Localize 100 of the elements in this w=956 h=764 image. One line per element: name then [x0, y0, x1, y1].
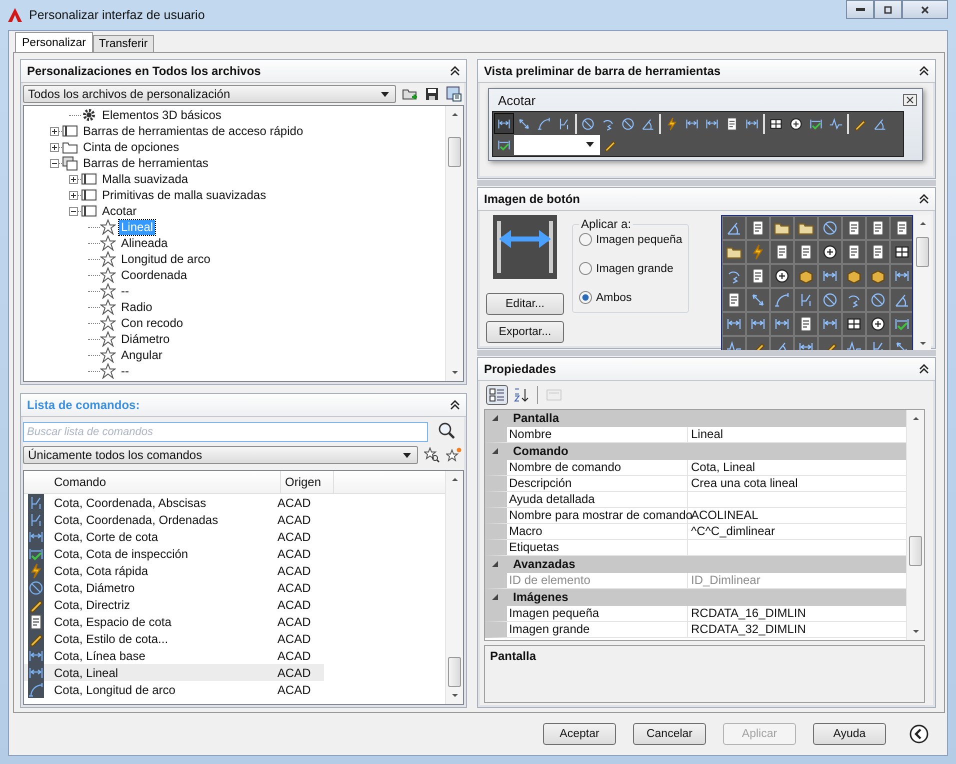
palette-cell[interactable]: [770, 312, 794, 336]
tree-item[interactable]: --: [119, 284, 131, 298]
command-row[interactable]: Cota, Coordenada, Ordenadas ACAD: [24, 511, 324, 528]
palette-cell[interactable]: [890, 240, 912, 264]
expand-toggle[interactable]: [69, 190, 78, 200]
command-row[interactable]: Cota, Espacio de cota ACAD: [24, 613, 324, 630]
palette-cell[interactable]: [722, 216, 746, 240]
palette-cell[interactable]: [794, 264, 818, 288]
command-row[interactable]: Cota, Lineal ACAD: [24, 664, 324, 681]
expand-toggle[interactable]: [69, 206, 78, 216]
tree-item[interactable]: Con recodo: [119, 316, 186, 330]
scroll-up-icon[interactable]: [450, 476, 458, 482]
palette-cell[interactable]: [866, 264, 890, 288]
palette-cell[interactable]: [842, 216, 866, 240]
radio-button[interactable]: [579, 291, 592, 304]
palette-cell[interactable]: [890, 264, 912, 288]
radio-option[interactable]: Ambos: [579, 291, 682, 304]
palette-cell[interactable]: [770, 216, 794, 240]
tree-item[interactable]: Primitivas de malla suavizadas: [100, 188, 268, 202]
palette-cell[interactable]: [770, 288, 794, 312]
command-row[interactable]: Cota, Estilo de cota... ACAD: [24, 630, 324, 647]
close-button[interactable]: [902, 0, 948, 19]
column-header[interactable]: Comando: [52, 471, 281, 493]
radio-button[interactable]: [579, 233, 592, 246]
expand-toggle[interactable]: [491, 593, 499, 601]
tree-item[interactable]: Diámetro: [119, 332, 172, 346]
command-row[interactable]: Cota, Coordenada, Abscisas ACAD: [24, 494, 324, 511]
palette-cell[interactable]: [818, 288, 842, 312]
radio-button[interactable]: [579, 262, 592, 275]
palette-cell[interactable]: [794, 216, 818, 240]
tree-item[interactable]: Alineada: [119, 236, 170, 250]
scroll-down-icon[interactable]: [450, 693, 458, 699]
collapse-chevron-icon[interactable]: [909, 724, 929, 744]
command-row[interactable]: Cota, Longitud de arco ACAD: [24, 681, 324, 698]
palette-cell[interactable]: [890, 216, 912, 240]
tree-item[interactable]: Angular: [119, 348, 164, 362]
scroll-up-icon[interactable]: [918, 220, 926, 226]
scrollbar[interactable]: [445, 106, 463, 381]
dialog-button[interactable]: Ayuda: [813, 723, 886, 745]
collapse-icon[interactable]: [919, 364, 929, 374]
style-dropdown[interactable]: [514, 134, 600, 154]
palette-cell[interactable]: [770, 264, 794, 288]
new-star-icon[interactable]: [446, 447, 462, 463]
scrollbar[interactable]: [445, 471, 463, 704]
scrollbar[interactable]: [913, 215, 931, 352]
palette-cell[interactable]: [722, 288, 746, 312]
palette-cell[interactable]: [890, 312, 912, 336]
command-row[interactable]: Cota, Directriz ACAD: [24, 596, 324, 613]
palette-cell[interactable]: [794, 312, 818, 336]
palette-cell[interactable]: [722, 312, 746, 336]
palette-cell[interactable]: [818, 216, 842, 240]
scroll-up-icon[interactable]: [450, 111, 458, 117]
palette-cell[interactable]: [842, 240, 866, 264]
save-icon[interactable]: [424, 86, 440, 102]
palette-cell[interactable]: [722, 240, 746, 264]
tree-item[interactable]: Coordenada: [119, 268, 190, 282]
palette-cell[interactable]: [746, 240, 770, 264]
tree-item[interactable]: Cinta de opciones: [81, 140, 182, 154]
scroll-down-icon[interactable]: [918, 341, 926, 347]
palette-cell[interactable]: [818, 264, 842, 288]
palette-cell[interactable]: [746, 216, 770, 240]
expand-toggle[interactable]: [50, 142, 59, 152]
palette-cell[interactable]: [842, 264, 866, 288]
action-button[interactable]: Editar...: [486, 293, 564, 315]
command-row[interactable]: Cota, Cota rápida ACAD: [24, 562, 324, 579]
scrollbar[interactable]: [906, 410, 924, 640]
dialog-button[interactable]: Aceptar: [543, 723, 616, 745]
command-row[interactable]: Cota, Corte de cota ACAD: [24, 528, 324, 545]
palette-cell[interactable]: [818, 312, 842, 336]
radio-option[interactable]: Imagen pequeña: [579, 233, 682, 246]
star-search-icon[interactable]: [424, 447, 440, 463]
action-button[interactable]: Exportar...: [486, 321, 564, 343]
scroll-thumb[interactable]: [916, 237, 929, 267]
file-dropdown[interactable]: Todos los archivos de personalización: [23, 85, 396, 103]
command-row[interactable]: Cota, Diámetro ACAD: [24, 579, 324, 596]
search-icon[interactable]: [438, 422, 456, 440]
tree-item[interactable]: Barras de herramientas: [81, 156, 210, 170]
collapse-icon[interactable]: [919, 194, 929, 204]
tree-item[interactable]: Acotar: [100, 204, 139, 218]
tree-item[interactable]: Barras de herramientas de acceso rápido: [81, 124, 306, 138]
expand-toggle[interactable]: [50, 126, 59, 136]
expand-toggle[interactable]: [69, 174, 78, 184]
scroll-down-icon[interactable]: [912, 629, 920, 635]
command-row[interactable]: Cota, Línea base ACAD: [24, 647, 324, 664]
expand-toggle[interactable]: [491, 560, 499, 568]
palette-cell[interactable]: [794, 240, 818, 264]
scroll-down-icon[interactable]: [450, 370, 458, 376]
document-list-icon[interactable]: [446, 86, 462, 102]
filter-dropdown[interactable]: Únicamente todos los comandos: [23, 446, 418, 464]
scroll-thumb[interactable]: [448, 657, 461, 687]
palette-cell[interactable]: [842, 288, 866, 312]
column-header[interactable]: Origen: [281, 471, 334, 493]
expand-toggle[interactable]: [491, 414, 499, 422]
tab[interactable]: Transferir: [92, 35, 154, 52]
radio-option[interactable]: Imagen grande: [579, 262, 682, 275]
palette-cell[interactable]: [890, 288, 912, 312]
tree-item[interactable]: Elementos 3D básicos: [100, 108, 224, 122]
palette-cell[interactable]: [866, 288, 890, 312]
palette-cell[interactable]: [722, 264, 746, 288]
maximize-button[interactable]: [874, 0, 902, 19]
